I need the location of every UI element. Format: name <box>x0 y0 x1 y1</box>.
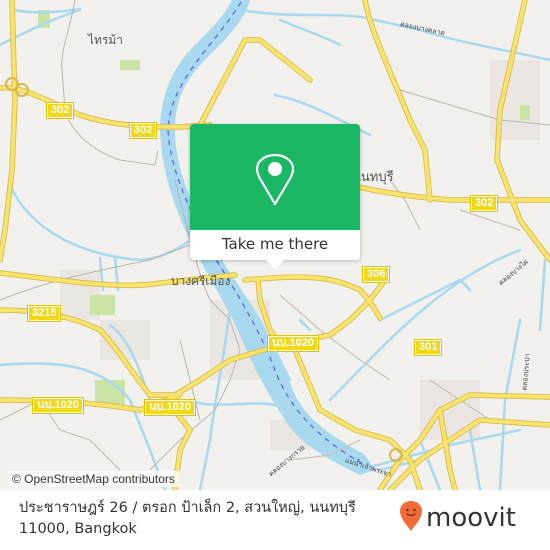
route-shield-1020: นบ.1020 <box>266 335 320 352</box>
place-label-sai-ma: ไทรม้า <box>88 33 124 47</box>
route-shield-302: 302 <box>469 195 499 212</box>
route-shield-302: 302 <box>45 102 75 119</box>
route-shield-306: 306 <box>361 266 391 283</box>
popup-header <box>190 124 360 230</box>
location-popup: Take me there <box>190 124 360 269</box>
moovit-wordmark: moovit <box>426 503 516 533</box>
route-shield-301: 301 <box>413 339 443 356</box>
moovit-logo[interactable]: moovit <box>399 500 516 536</box>
popup-pointer <box>266 260 284 269</box>
route-shield-302: 302 <box>128 122 158 139</box>
route-shield-3215: 3215 <box>26 305 62 322</box>
address-text: ประชาราษฎร์ 26 / ตรอก ป้าเล็ก 2, สวนใหญ่… <box>19 500 356 537</box>
moovit-pin-icon <box>399 500 423 536</box>
footer: ประชาราษฎร์ 26 / ตรอก ป้าเล็ก 2, สวนใหญ่… <box>0 490 550 550</box>
take-me-there-button[interactable]: Take me there <box>190 230 360 260</box>
map-view[interactable]: ไทรม้า นนทบุรี บางศรีเมือง 302 302 302 3… <box>0 0 550 490</box>
map-attribution[interactable]: © OpenStreetMap contributors <box>8 471 180 487</box>
route-shield-1020: นบ.1020 <box>31 397 85 414</box>
place-label-bang-si-mueang: บางศรีเมือง <box>171 274 231 288</box>
route-shield-1020: นบ.1020 <box>143 399 197 416</box>
